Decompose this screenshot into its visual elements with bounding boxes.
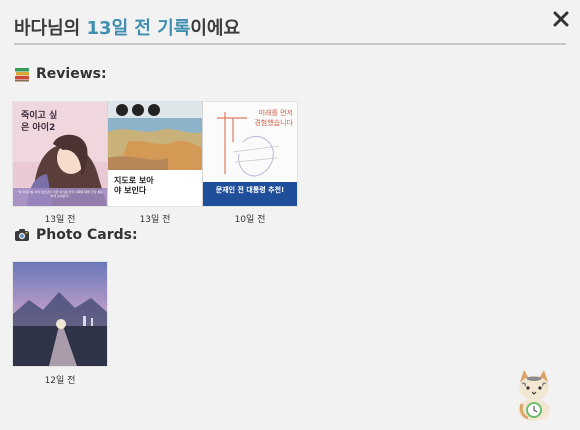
review-cover-2[interactable]: 지도로 보아야 보인다	[108, 102, 202, 206]
title-highlight: 13일 전 기록	[86, 18, 191, 39]
review-date-1: 13일 전	[44, 215, 76, 225]
cover-3-title: 미래를 먼저 경험했습니다	[254, 109, 293, 127]
camera-icon	[15, 229, 29, 241]
header-divider	[14, 43, 566, 45]
review-date-3: 10일 전	[234, 215, 266, 225]
cover-1-title: 죽이고 싶은 아이2	[21, 111, 58, 133]
cat-icon	[518, 370, 550, 421]
cover-3-banner: 문재인 전 대통령 추천!	[215, 186, 285, 194]
review-cover-3[interactable]: 미래를 먼저 경험했습니다 문재인 전 대통령 추천!	[203, 102, 297, 206]
reviews-label: Reviews:	[36, 66, 107, 82]
modal-title: 바다님의 13일 전 기록이에요	[14, 14, 240, 40]
books-icon	[15, 68, 29, 82]
photo-cards-heading: Photo Cards:	[14, 227, 138, 243]
close-icon	[553, 11, 569, 27]
record-modal: 바다님의 13일 전 기록이에요 Reviews: 죽이고 싶은 아이2 "이 …	[0, 0, 580, 430]
review-cover-1[interactable]: 죽이고 싶은 아이2 "이 이야기를 우리 청소년이 지금 여기를 한국 사회에…	[13, 102, 107, 206]
title-user: 바다님의	[14, 18, 87, 39]
cat-mascot	[506, 366, 562, 422]
photo-card-date-1: 12일 전	[44, 376, 76, 386]
review-date-2: 13일 전	[139, 215, 171, 225]
title-suffix: 이에요	[190, 18, 241, 39]
cover-2-title: 지도로 보아야 보인다	[114, 176, 154, 195]
photo-card-1[interactable]	[13, 262, 107, 366]
photo-card-image	[13, 262, 107, 366]
photo-cards-label: Photo Cards:	[36, 227, 138, 243]
cover-1-note: "이 이야기를 우리 청소년이 지금 여기를 한국 사회에 대해 가장 섬뜩하게…	[17, 190, 103, 198]
close-button[interactable]	[550, 8, 572, 30]
reviews-heading: Reviews:	[14, 66, 107, 82]
